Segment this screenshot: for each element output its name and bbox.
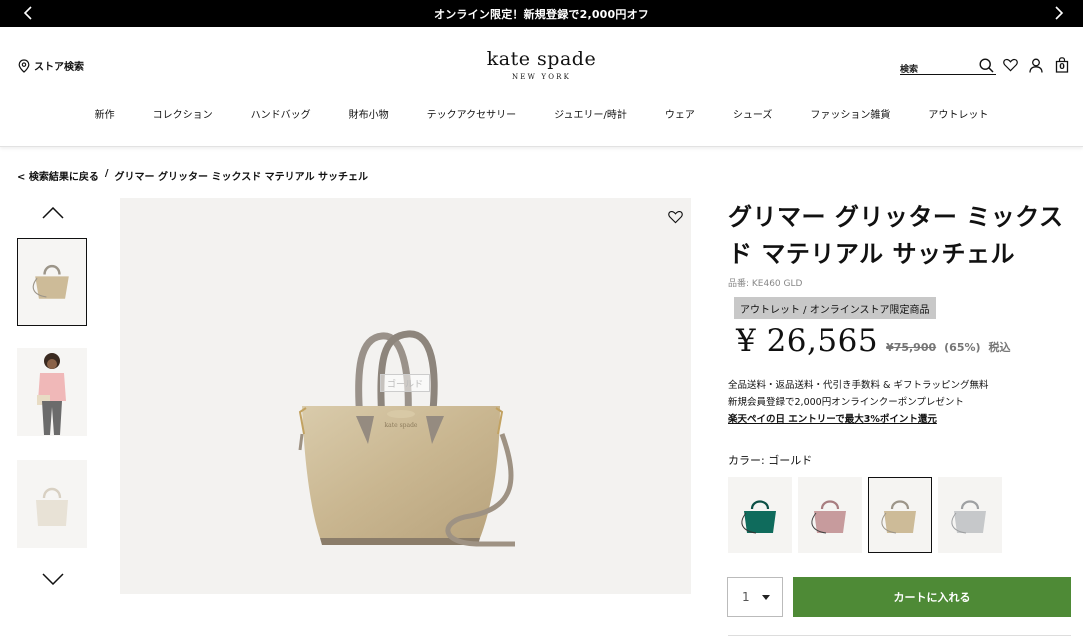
favorite-heart-icon[interactable] xyxy=(668,210,683,224)
image-watermark: ゴールド xyxy=(380,374,430,392)
swatch-silver[interactable] xyxy=(938,477,1002,553)
main-product-image[interactable]: kate spade xyxy=(120,198,691,594)
svg-text:kate spade: kate spade xyxy=(385,422,418,429)
thumbnail-1[interactable] xyxy=(17,238,87,326)
cart-count: 0 xyxy=(1059,62,1065,71)
perks-list: 全品送料・返品送料・代引き手数料 & ギフトラッピング無料 新規会員登録で2,0… xyxy=(728,377,988,428)
rakuten-pay-link[interactable]: 楽天ペイの日 エントリーで最大3%ポイント還元 xyxy=(728,414,937,425)
breadcrumb-separator: / xyxy=(104,168,109,179)
promo-prev-button[interactable] xyxy=(18,3,38,23)
thumb-up-button[interactable] xyxy=(42,206,64,223)
swatch-rose[interactable] xyxy=(798,477,862,553)
promo-bar: オンライン限定！新規登録で2,000円オフ xyxy=(0,0,1083,27)
quantity-value: 1 xyxy=(742,590,750,604)
breadcrumb-current: グリマー グリッター ミックスド マテリアル サッチェル xyxy=(114,172,369,183)
nav-item-wear[interactable]: ウェア xyxy=(646,106,714,121)
add-to-cart-button[interactable]: カートに入れる xyxy=(793,577,1071,617)
silver-bag-image xyxy=(951,500,986,534)
swatch-gold[interactable] xyxy=(868,477,932,553)
color-label: カラー: ゴールド xyxy=(728,454,813,467)
model-thumbnail-image xyxy=(37,353,66,435)
nav-item-collection[interactable]: コレクション xyxy=(134,106,232,121)
bag-thumbnail-image xyxy=(32,264,69,299)
product-sku: 品番: KE460 GLD xyxy=(728,279,803,289)
breadcrumb-back-link[interactable]: < 検索結果に戻る xyxy=(17,168,99,183)
original-price: ¥75,900 xyxy=(886,341,937,354)
nav-item-jewelry[interactable]: ジュエリー/時計 xyxy=(535,106,646,121)
account-icon[interactable] xyxy=(1029,58,1043,73)
discount-percent: (65%) xyxy=(944,341,981,354)
promo-text[interactable]: オンライン限定！新規登録で2,000円オフ xyxy=(434,6,649,22)
thumbnail-3[interactable] xyxy=(17,460,87,548)
promo-next-button[interactable] xyxy=(1049,3,1069,23)
chevron-down-icon xyxy=(42,573,64,586)
perk-shipping: 全品送料・返品送料・代引き手数料 & ギフトラッピング無料 xyxy=(728,380,989,391)
product-title: グリマー グリッター ミックスド マテリアル サッチェル xyxy=(728,202,1064,268)
color-swatches xyxy=(728,477,1002,553)
price-row: ¥ 26,565 ¥75,900 (65%) 税込 xyxy=(736,323,1011,359)
main-nav: 新作 コレクション ハンドバッグ 財布小物 テックアクセサリー ジュエリー/時計… xyxy=(0,106,1083,121)
thumbnail-2[interactable] xyxy=(17,348,87,436)
nav-item-outlet[interactable]: アウトレット xyxy=(909,106,1007,121)
cart-icon[interactable]: 0 xyxy=(1055,57,1069,73)
nav-item-shoes[interactable]: シューズ xyxy=(714,106,792,121)
chevron-right-icon xyxy=(1055,6,1064,20)
breadcrumb: < 検索結果に戻る / グリマー グリッター ミックスド マテリアル サッチェル xyxy=(17,168,368,183)
nav-item-handbags[interactable]: ハンドバッグ xyxy=(232,106,330,121)
perk-coupon: 新規会員登録で2,000円オンラインクーポンプレゼント xyxy=(728,397,964,408)
nav-item-new[interactable]: 新作 xyxy=(76,106,134,121)
tax-label: 税込 xyxy=(988,341,1011,354)
teal-bag-image xyxy=(741,500,776,534)
nav-item-wallets[interactable]: 財布小物 xyxy=(330,106,408,121)
rose-bag-image xyxy=(811,500,846,534)
search-icon[interactable] xyxy=(979,58,994,73)
cream-bag-thumbnail-image xyxy=(36,487,68,526)
swatch-teal[interactable] xyxy=(728,477,792,553)
search-box xyxy=(900,57,996,75)
gold-bag-image xyxy=(881,500,916,534)
nav-item-accessories[interactable]: ファッション雑貨 xyxy=(791,106,909,121)
search-input[interactable] xyxy=(900,64,974,75)
nav-item-tech[interactable]: テックアクセサリー xyxy=(408,106,536,121)
heart-icon[interactable] xyxy=(1003,58,1018,72)
caret-down-icon xyxy=(762,595,770,600)
outlet-badge: アウトレット / オンラインストア限定商品 xyxy=(734,297,936,319)
sale-price: ¥ 26,565 xyxy=(736,323,879,359)
chevron-up-icon xyxy=(42,206,64,219)
quantity-select[interactable]: 1 xyxy=(727,577,783,617)
bag-main-image: kate spade xyxy=(298,330,515,547)
thumb-down-button[interactable] xyxy=(42,573,64,589)
chevron-left-icon xyxy=(23,6,32,20)
site-header: ストア検索 kate spade NEW YORK 0 新作 コレクション ハン… xyxy=(0,27,1083,147)
divider xyxy=(728,635,1071,636)
